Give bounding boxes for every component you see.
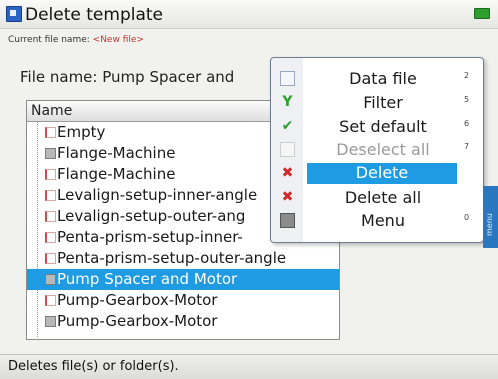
file-name-value[interactable]: Pump Spacer and (102, 68, 234, 86)
menu-item-deselect-all[interactable]: Deselect all 7 (271, 138, 483, 161)
delete-all-icon: ✖ (281, 189, 294, 205)
screen: Delete template Current file name: <New … (0, 0, 498, 379)
folder-icon (45, 316, 56, 327)
menu-item-label: Deselect all (336, 140, 430, 159)
filter-icon: Y (282, 94, 293, 110)
menu-item-shortcut: 6 (464, 119, 470, 128)
checkmark-icon: ✔ (281, 118, 294, 134)
list-item-label: Pump Spacer and Motor (57, 270, 238, 288)
menu-item-data-file[interactable]: Data file 2 (271, 67, 483, 90)
folder-icon (45, 148, 56, 159)
menu-item-label: Delete all (344, 188, 422, 207)
menu-item-delete[interactable]: ✖ Delete 9 (271, 162, 483, 185)
menu-item-shortcut: 2 (464, 71, 470, 80)
status-bar: Deletes file(s) or folder(s). (0, 354, 498, 379)
context-menu: Data file 2 Y Filter 5 ✔ Set default 6 D… (270, 57, 484, 243)
status-text: Deletes file(s) or folder(s). (8, 359, 179, 374)
name-column-header[interactable]: Name (31, 103, 72, 119)
current-file-value: <New file> (92, 35, 144, 45)
menu-item-shortcut: 0 (464, 213, 470, 222)
list-item-label: Pump-Gearbox-Motor (57, 291, 218, 309)
menu-item-label: Data file (349, 69, 417, 88)
list-item-selected[interactable]: Pump Spacer and Motor (27, 269, 339, 290)
menu-item-label: Menu (361, 211, 405, 230)
app-icon (6, 6, 22, 22)
list-item[interactable]: Penta-prism-setup-outer-angle (27, 248, 339, 269)
side-tab-label: menu (485, 213, 494, 236)
list-item-label: Flange-Machine (57, 165, 176, 183)
folder-icon (45, 274, 56, 285)
menu-item-set-default[interactable]: ✔ Set default 6 (271, 115, 483, 138)
delete-icon: ✖ (281, 165, 294, 181)
current-file-line: Current file name: <New file> (8, 35, 144, 45)
menu-item-delete-all[interactable]: ✖ Delete all (271, 186, 483, 209)
list-item-label: Pump-Gearbox-Motor (57, 312, 218, 330)
list-item-label: Empty (57, 123, 106, 141)
menu-item-label: Set default (339, 117, 427, 136)
menu-item-menu[interactable]: Menu 0 (271, 209, 483, 232)
file-name-label: File name: (20, 68, 98, 86)
menu-item-shortcut: 5 (464, 95, 470, 104)
menu-item-label: Delete (307, 163, 457, 184)
list-item[interactable]: Pump-Gearbox-Motor (27, 290, 339, 311)
menu-item-shortcut: 7 (464, 142, 470, 151)
document-icon (45, 169, 56, 180)
current-file-label: Current file name: (8, 35, 93, 45)
document-icon (45, 211, 56, 222)
document-icon (45, 295, 56, 306)
document-icon (45, 190, 56, 201)
list-item-label: Levalign-setup-outer-ang (57, 207, 246, 225)
list-item[interactable]: Pump-Gearbox-Motor (27, 311, 339, 332)
menu-side-tab[interactable]: menu (483, 186, 498, 248)
menu-item-filter[interactable]: Y Filter 5 (271, 91, 483, 114)
document-icon (45, 127, 56, 138)
menu-icon (280, 213, 295, 228)
list-item-label: Flange-Machine (57, 144, 176, 162)
list-item-label: Levalign-setup-inner-angle (57, 186, 258, 204)
menu-item-shortcut: 9 (464, 166, 470, 175)
battery-icon (474, 8, 490, 19)
document-icon (45, 232, 56, 243)
title-bar: Delete template (0, 0, 498, 29)
window-title: Delete template (25, 5, 164, 25)
list-item-label: Penta-prism-setup-inner- (57, 228, 243, 246)
deselect-icon (280, 142, 295, 157)
document-icon (45, 253, 56, 264)
file-name-row: File name: Pump Spacer and (20, 68, 234, 86)
list-item-label: Penta-prism-setup-outer-angle (57, 249, 287, 267)
data-file-icon (280, 71, 295, 86)
menu-item-label: Filter (363, 93, 403, 112)
